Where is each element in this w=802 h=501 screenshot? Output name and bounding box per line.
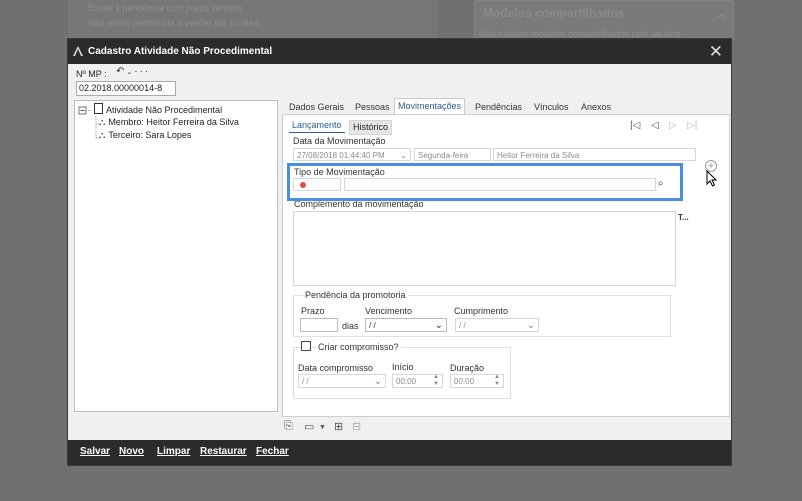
tab-movimentacoes[interactable]: Movimentações (394, 98, 466, 115)
undo-icon[interactable]: ↶ (116, 66, 126, 77)
tree-item-member[interactable]: ⛬ Membro: Heitor Ferreira da Silva (99, 117, 239, 128)
shared-models-title: Modelos compartilhados (483, 6, 625, 20)
subtab-lancamento[interactable]: Lançamento (289, 119, 345, 133)
cumprimento-label: Cumprimento (454, 306, 509, 316)
data-compromisso-value: / / (302, 377, 309, 386)
clipboard-icon[interactable]: ⎘ (284, 420, 293, 433)
app-logo-icon (73, 46, 83, 56)
chevron-down-icon[interactable]: ⌄ (527, 319, 535, 332)
cumprimento-field[interactable]: / / ⌄ (455, 318, 539, 332)
close-icon[interactable]: ✕ (709, 42, 723, 62)
tab-pessoas[interactable]: Pessoas (352, 100, 393, 114)
compromisso-group (293, 347, 511, 399)
tab-dados-gerais[interactable]: Dados Gerais (286, 100, 347, 114)
subtab-historico[interactable]: Histórico (349, 120, 393, 135)
document-icon (94, 103, 103, 114)
dialog-title: Cadastro Atividade Não Procedimental (88, 46, 273, 57)
spinner-icon[interactable]: ▲ ▼ (494, 374, 500, 388)
pendencia-group-label: Pendência da promotoria (303, 290, 408, 300)
data-movimentacao-field[interactable]: 27/08/2018 01:44:40 PM ⌄ (293, 148, 411, 161)
tree-item-third-party[interactable]: ⛬ Terceiro: Sara Lopes (99, 130, 191, 141)
first-record-icon[interactable]: |◁ (630, 120, 640, 131)
pending-upcoming-text: Não existe pendência a vencer até 10 dia… (88, 18, 259, 28)
inicio-value: 00:00 (396, 377, 417, 386)
member-field: Heitor Ferreira da Silva (493, 148, 696, 161)
inicio-field[interactable]: 00:00 ▲ ▼ (392, 374, 443, 388)
pending-panel: Existe 1 pendência com prazo vencido Não… (68, 0, 438, 38)
hierarchy-icon[interactable]: ⊞ (334, 420, 343, 433)
user-lock-icon: ⛬ (99, 117, 106, 127)
tab-pendencias[interactable]: Pendências (472, 100, 525, 114)
action-bar: Salvar Novo Limpar Restaurar Fechar (68, 440, 731, 465)
chevron-down-icon[interactable]: ⌄ (400, 149, 407, 162)
mp-toolbar: ↶⌄··· (116, 66, 150, 77)
criar-compromisso-label: Criar compromisso? (316, 342, 401, 352)
data-compromisso-label: Data compromisso (298, 363, 374, 373)
chevron-down-icon[interactable]: ▼ (319, 424, 326, 431)
tree-root-label: Atividade Não Procedimental (106, 105, 223, 115)
more-icon[interactable]: ··· (134, 66, 150, 77)
weekday-field: Segunda-feira (414, 148, 491, 161)
prazo-label: Prazo (301, 306, 325, 316)
inicio-label: Início (392, 362, 414, 372)
folder-icon[interactable]: ▭ (304, 420, 314, 433)
next-record-icon[interactable]: ▷ (669, 120, 677, 131)
tree-item-label: Membro: Heitor Ferreira da Silva (108, 117, 239, 127)
dias-label: dias (342, 321, 359, 331)
criar-compromisso-checkbox[interactable] (301, 341, 311, 351)
chevron-down-icon[interactable]: ⌄ (374, 375, 382, 388)
activity-tree: Atividade Não Procedimental ⛬ Membro: Hei… (74, 100, 278, 412)
vencimento-field[interactable]: / / ⌄ (365, 318, 447, 332)
vencimento-value: / / (369, 321, 376, 330)
data-movimentacao-label: Data da Movimentação (293, 136, 386, 146)
mp-number-field[interactable]: 02.2018.00000014-8 (76, 81, 176, 96)
text-format-icon[interactable]: T... (678, 213, 689, 222)
tipo-movimentacao-highlight (287, 163, 683, 201)
duracao-label: Duração (450, 363, 485, 373)
tab-vinculos[interactable]: Vínculos (531, 100, 572, 114)
limpar-button[interactable]: Limpar (157, 446, 190, 457)
fechar-button[interactable]: Fechar (256, 446, 289, 457)
shared-models-panel: Modelos compartilhados Não existem model… (474, 0, 734, 40)
pending-overdue-text: Existe 1 pendência com prazo vencido (88, 3, 243, 13)
duracao-value: 00:00 (454, 377, 475, 386)
cumprimento-value: / / (459, 321, 466, 330)
prazo-input[interactable] (300, 318, 338, 332)
novo-button[interactable]: Novo (119, 446, 144, 457)
activity-dialog: Cadastro Atividade Não Procedimental ✕ N… (67, 38, 732, 466)
salvar-button[interactable]: Salvar (80, 446, 110, 457)
complemento-textarea[interactable] (293, 211, 676, 286)
right-panel: Dados Gerais Pessoas Movimentações Pendê… (282, 98, 730, 417)
last-record-icon[interactable]: ▷| (687, 120, 697, 131)
chevron-down-icon[interactable]: ⌄ (435, 319, 443, 332)
spinner-icon[interactable]: ▲ ▼ (433, 374, 439, 388)
user-lock-icon: ⛬ (99, 130, 106, 140)
previous-record-icon[interactable]: ◁ (651, 120, 659, 131)
chevron-up-icon: ︿ (714, 7, 727, 21)
restaurar-button[interactable]: Restaurar (200, 446, 247, 457)
duracao-field[interactable]: 00:00 ▲ ▼ (450, 374, 504, 388)
tab-anexos[interactable]: Anexos (578, 100, 614, 114)
tree-root[interactable]: Atividade Não Procedimental (94, 103, 222, 115)
dialog-titlebar: Cadastro Atividade Não Procedimental ✕ (68, 39, 731, 64)
data-movimentacao-value: 27/08/2018 01:44:40 PM (297, 151, 385, 160)
export-icon[interactable]: ⊟ (352, 420, 361, 433)
mp-label: Nº MP : (76, 69, 107, 79)
data-compromisso-field[interactable]: / / ⌄ (298, 374, 386, 388)
tree-item-label: Terceiro: Sara Lopes (108, 130, 192, 140)
mouse-cursor-icon (706, 170, 718, 187)
movimentacoes-content: Lançamento Histórico |◁ ◁ ▷ ▷| Data da M… (282, 114, 730, 417)
vencimento-label: Vencimento (365, 306, 413, 316)
